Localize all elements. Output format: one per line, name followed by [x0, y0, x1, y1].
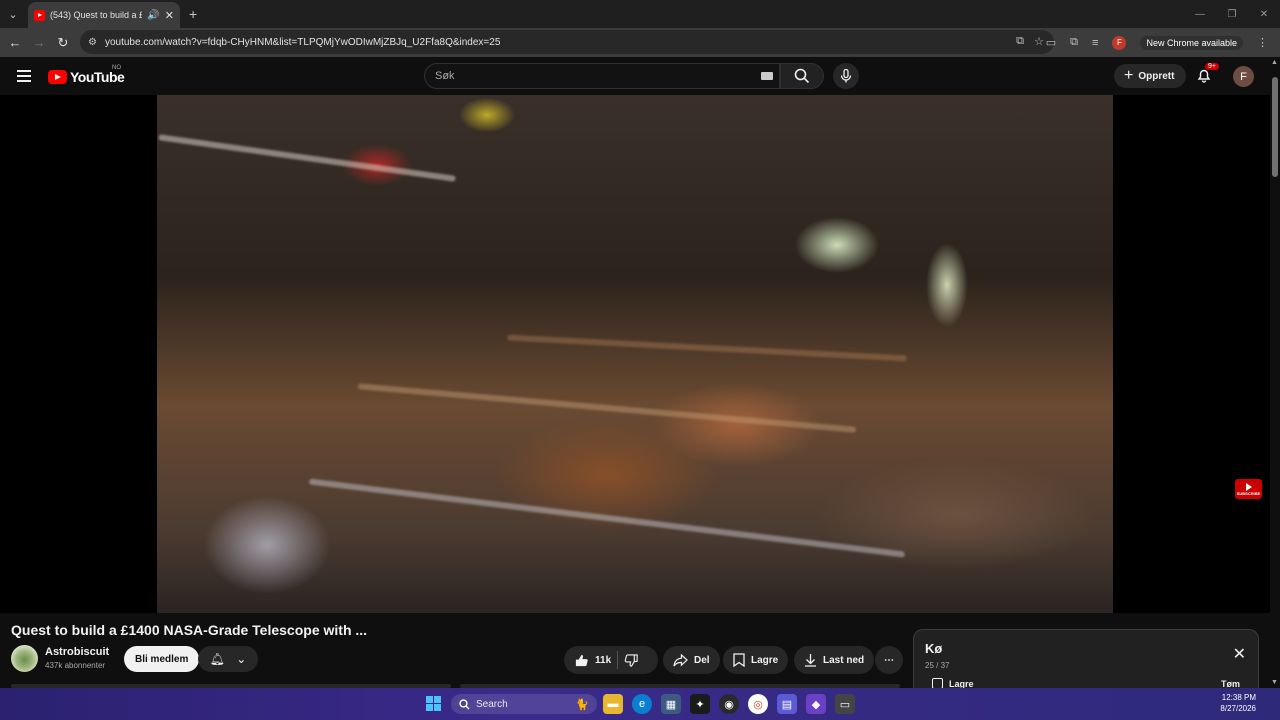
new-tab-icon[interactable]: + [189, 6, 197, 22]
obs-icon[interactable]: ◉ [719, 694, 739, 714]
browser-tab-active[interactable]: (543) Quest to build a £1400 🔊 ✕ [28, 2, 180, 28]
download-icon [805, 654, 816, 667]
windows-start-icon[interactable] [426, 696, 441, 711]
extensions-icon[interactable]: ⧉ [1070, 36, 1078, 49]
keyboard-icon[interactable] [761, 72, 773, 80]
video-player[interactable] [0, 95, 1270, 613]
taskbar-clock[interactable]: 12:38 PM 8/27/2026 [1220, 692, 1256, 714]
chrome-icon[interactable]: ◎ [748, 694, 768, 714]
logo-text: YouTube [70, 69, 125, 85]
new-chrome-button[interactable]: New Chrome available [1140, 35, 1243, 50]
more-actions-button[interactable]: ⋯ [875, 646, 903, 674]
thumbs-down-icon[interactable] [624, 653, 639, 668]
search-placeholder: Søk [435, 70, 455, 82]
subscribe-watermark[interactable]: SUBSCRIBE [1235, 479, 1262, 499]
app-icon[interactable]: ▭ [835, 694, 855, 714]
close-tab-icon[interactable]: ✕ [165, 9, 174, 22]
page-scrollbar[interactable]: ▲ ▼ [1270, 57, 1280, 688]
search-highlight-icon: 🐈 [575, 698, 589, 711]
save-bookmark-icon [733, 653, 745, 667]
bell-icon: 🔔︎ [209, 652, 225, 666]
close-queue-icon[interactable]: ✕ [1233, 644, 1246, 664]
install-app-icon[interactable]: ⧉ [1016, 35, 1024, 48]
scrollbar-thumb[interactable] [1272, 77, 1278, 177]
scroll-up-icon[interactable]: ▲ [1271, 59, 1278, 66]
cast-icon[interactable]: ▭ [1046, 36, 1056, 49]
app-icon[interactable]: ◆ [806, 694, 826, 714]
thumbs-up-icon [575, 654, 588, 666]
store-icon[interactable]: ▦ [661, 694, 681, 714]
subscription-notifications-button[interactable]: 🔔︎ ⌄ [198, 646, 258, 672]
window-controls: — ❐ ✕ [1184, 0, 1280, 28]
channel-name[interactable]: Astrobiscuit [45, 646, 109, 658]
account-avatar[interactable]: F [1233, 66, 1254, 87]
share-button[interactable]: Del [663, 646, 720, 674]
tab-title: (543) Quest to build a £1400 [50, 10, 143, 20]
create-button[interactable]: + Opprett [1114, 64, 1187, 88]
more-horizontal-icon: ⋯ [884, 654, 894, 666]
browser-toolbar: ← → ↻ ⚙ youtube.com/watch?v=fdqb-CHyHNM&… [0, 28, 1280, 57]
address-url: youtube.com/watch?v=fdqb-CHyHNM&list=TLP… [104, 36, 501, 48]
create-label: Opprett [1138, 70, 1175, 82]
like-dislike-group: 11k [564, 646, 658, 674]
chevron-down-icon: ⌄ [236, 652, 247, 666]
address-bar[interactable]: ⚙ youtube.com/watch?v=fdqb-CHyHNM&list=T… [80, 30, 1054, 54]
country-code: NO [112, 65, 121, 71]
save-button[interactable]: Lagre [723, 646, 789, 674]
queue-panel: Kø 25 / 37 ✕ Lagre Tøm [913, 629, 1259, 689]
notification-badge: 9+ [1205, 63, 1219, 70]
tab-strip: ⌄ (543) Quest to build a £1400 🔊 ✕ + — ❐… [0, 0, 1280, 28]
notifications-button[interactable]: 9+ [1196, 63, 1219, 88]
queue-title: Kø [925, 641, 943, 656]
bookmark-star-icon[interactable]: ☆ [1034, 35, 1044, 48]
taskbar-apps: ▬ e ▦ ✦ ◉ ◎ ▤ ◆ ▭ [603, 694, 855, 714]
search-icon [459, 698, 470, 709]
search-button[interactable] [780, 63, 824, 89]
app-icon[interactable]: ✦ [690, 694, 710, 714]
share-icon [673, 653, 688, 667]
search-input[interactable]: Søk [424, 63, 780, 89]
youtube-header: YouTube NO Søk + Opprett 9+ F [0, 57, 1270, 95]
voice-search-button[interactable] [833, 63, 859, 89]
taskbar-search[interactable]: Search 🐈 [451, 694, 597, 714]
like-count: 11k [595, 654, 612, 666]
scroll-down-icon[interactable]: ▼ [1271, 679, 1278, 686]
back-icon[interactable]: ← [3, 35, 27, 50]
video-title: Quest to build a £1400 NASA-Grade Telesc… [11, 622, 368, 638]
profile-avatar[interactable]: F [1112, 35, 1127, 50]
channel-avatar[interactable] [11, 645, 38, 672]
guide-menu-icon[interactable] [17, 70, 31, 85]
join-button[interactable]: Bli medlem [124, 646, 200, 672]
reload-icon[interactable]: ↻ [51, 35, 75, 51]
queue-position: 25 / 37 [925, 661, 950, 670]
tab-search-chevron-icon[interactable]: ⌄ [0, 0, 26, 28]
pill-divider [617, 651, 619, 669]
subscriber-count: 437k abonnenter [45, 661, 106, 670]
youtube-favicon-icon [34, 9, 45, 21]
media-controls-icon[interactable]: ≡ [1092, 37, 1098, 49]
search-icon [794, 68, 810, 84]
video-frame[interactable] [157, 95, 1113, 613]
youtube-logo[interactable]: YouTube NO [48, 65, 125, 85]
plus-icon: + [1124, 67, 1134, 84]
app-icon[interactable]: ▤ [777, 694, 797, 714]
more-menu-icon[interactable]: ⋮ [1257, 36, 1268, 49]
edge-icon[interactable]: e [632, 694, 652, 714]
maximize-icon[interactable]: ❐ [1216, 0, 1248, 28]
file-explorer-icon[interactable]: ▬ [603, 694, 623, 714]
audio-playing-icon[interactable]: 🔊 [147, 10, 159, 21]
like-button[interactable]: 11k [574, 653, 611, 668]
close-window-icon[interactable]: ✕ [1248, 0, 1280, 28]
youtube-play-icon [48, 70, 67, 84]
forward-icon[interactable]: → [27, 35, 51, 50]
minimize-icon[interactable]: — [1184, 0, 1216, 28]
download-button[interactable]: Last ned [794, 646, 875, 674]
microphone-icon [840, 69, 852, 83]
site-info-icon[interactable]: ⚙ [88, 37, 97, 48]
play-icon [1245, 482, 1252, 491]
